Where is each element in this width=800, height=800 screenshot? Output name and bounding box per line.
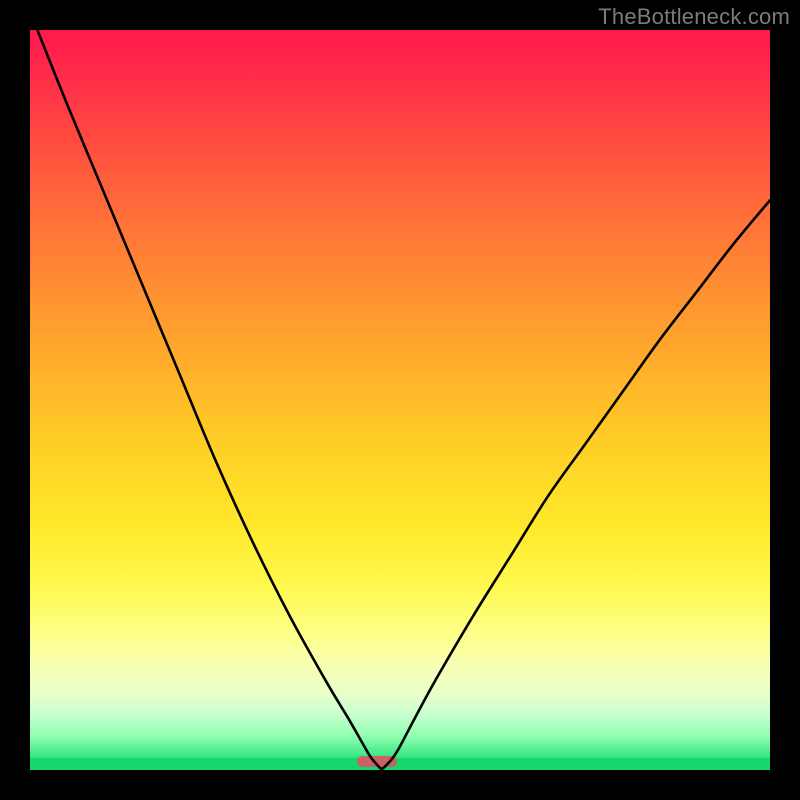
watermark-text: TheBottleneck.com [598,4,790,30]
plot-area [30,30,770,770]
bottleneck-curve [30,30,770,770]
chart-frame: TheBottleneck.com [0,0,800,800]
